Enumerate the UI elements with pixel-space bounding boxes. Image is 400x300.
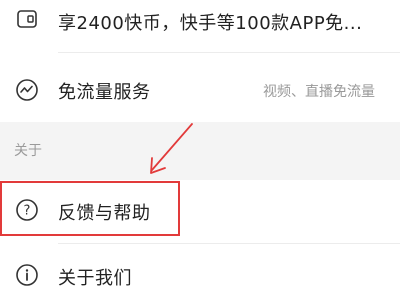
coin-card-icon bbox=[14, 6, 40, 32]
free-traffic-subtext: 视频、直播免流量 bbox=[263, 84, 375, 100]
annotation-highlight-box bbox=[0, 181, 180, 236]
section-header-about: 关于 bbox=[0, 122, 400, 180]
section-title: 关于 bbox=[14, 143, 42, 159]
settings-screen: 享2400快币，快手等100款APP免... 免流量服务 视频、直播免流量 关于… bbox=[0, 0, 400, 300]
coin-offer-row[interactable]: 享2400快币，快手等100款APP免... bbox=[0, 0, 400, 44]
free-traffic-label: 免流量服务 bbox=[58, 82, 151, 103]
about-us-label: 关于我们 bbox=[58, 268, 132, 289]
info-icon bbox=[14, 262, 40, 288]
free-traffic-row[interactable]: 免流量服务 视频、直播免流量 bbox=[0, 62, 400, 118]
traffic-wave-icon bbox=[14, 77, 40, 103]
divider bbox=[58, 243, 400, 244]
coin-offer-label: 享2400快币，快手等100款APP免... bbox=[58, 13, 363, 34]
divider bbox=[58, 52, 400, 53]
about-us-row[interactable]: 关于我们 bbox=[0, 248, 400, 300]
